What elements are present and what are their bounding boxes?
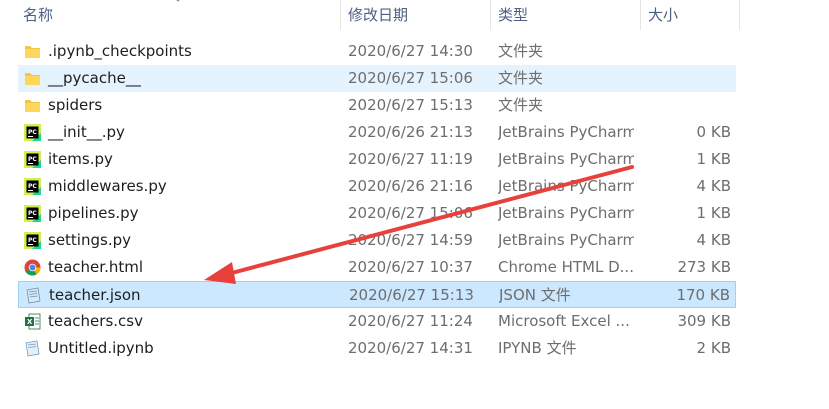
annotation-arrow [204, 165, 634, 284]
